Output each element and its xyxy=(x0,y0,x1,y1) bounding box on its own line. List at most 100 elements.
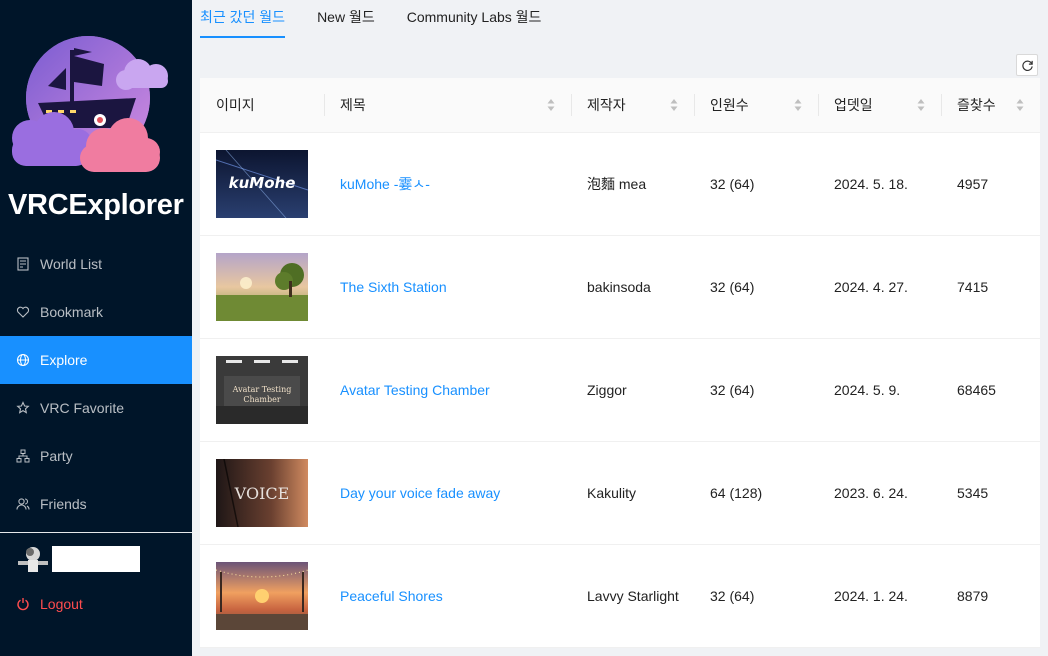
sort-icon[interactable] xyxy=(670,98,678,112)
sidebar-item-friends[interactable]: Friends xyxy=(0,480,192,528)
table-row[interactable]: VOICE Day your voice fade away Kakulity 64 … xyxy=(200,442,1040,545)
updated-date-cell: 2024. 5. 9. xyxy=(834,382,901,398)
sidebar: VRCExplorer World List Bookmark Explore VRC… xyxy=(0,0,192,656)
favorites-count-cell: 8879 xyxy=(957,588,989,604)
updated-date-cell: 2023. 6. 24. xyxy=(834,485,908,501)
column-header[interactable]: 업뎃일 xyxy=(818,78,941,132)
sort-icon[interactable] xyxy=(794,98,802,112)
world-title-link[interactable]: Peaceful Shores xyxy=(324,588,571,604)
column-header-label: 즐찾수 xyxy=(957,97,996,113)
sidebar-item-vrc-favorite[interactable]: VRC Favorite xyxy=(0,384,192,432)
favorites-count-cell: 5345 xyxy=(957,485,989,501)
tab-2[interactable]: Community Labs 월드 xyxy=(407,0,542,38)
world-title-link[interactable]: Avatar Testing Chamber xyxy=(324,382,571,398)
author-cell: 泡麵 mea xyxy=(587,176,647,192)
world-table: 이미지 제목 제작자 인원수 업뎃일 즐찾수 kuMohe kuMohe -霎ㅅ- 泡麵 me… xyxy=(200,78,1040,648)
world-thumbnail[interactable] xyxy=(216,253,308,321)
file-list-icon xyxy=(16,257,30,271)
tab-1[interactable]: New 월드 xyxy=(317,0,375,38)
username-redacted xyxy=(52,546,140,572)
thumbnail-cell xyxy=(200,562,324,630)
svg-text:VOICE: VOICE xyxy=(234,484,290,503)
heart-icon xyxy=(16,305,30,319)
sidebar-item-label: Party xyxy=(40,448,73,464)
sidebar-item-explore[interactable]: Explore xyxy=(0,336,192,384)
favorites-count-cell: 68465 xyxy=(957,382,996,398)
column-header[interactable]: 제목 xyxy=(324,78,571,132)
user-profile[interactable] xyxy=(16,545,140,573)
sidebar-item-label: Bookmark xyxy=(40,304,104,320)
world-title-link[interactable]: kuMohe -霎ㅅ- xyxy=(324,174,571,194)
world-thumbnail[interactable] xyxy=(216,562,308,630)
column-header-label: 인원수 xyxy=(710,97,749,113)
globe-icon xyxy=(16,353,30,367)
svg-text:Avatar Testing: Avatar Testing xyxy=(232,385,292,394)
users-icon xyxy=(16,497,30,511)
world-thumbnail[interactable]: kuMohe xyxy=(216,150,308,218)
column-separator xyxy=(324,94,325,116)
cluster-icon xyxy=(16,449,30,463)
sort-icon[interactable] xyxy=(547,98,555,112)
column-header-label: 제목 xyxy=(340,97,366,113)
sidebar-item-bookmark[interactable]: Bookmark xyxy=(0,288,192,336)
logout-icon xyxy=(16,597,30,611)
author-cell: Ziggor xyxy=(587,382,627,398)
thumbnail-cell: kuMohe xyxy=(200,150,324,218)
column-separator xyxy=(694,94,695,116)
table-row[interactable]: kuMohe kuMohe -霎ㅅ- 泡麵 mea 32 (64) 2024. 5. 1… xyxy=(200,133,1040,236)
capacity-cell: 32 (64) xyxy=(710,176,755,192)
updated-date-cell: 2024. 4. 27. xyxy=(834,279,908,295)
favorites-count-cell: 7415 xyxy=(957,279,989,295)
sort-icon[interactable] xyxy=(917,98,925,112)
capacity-cell: 32 (64) xyxy=(710,588,755,604)
author-cell: Kakulity xyxy=(587,485,637,501)
sidebar-item-label: World List xyxy=(40,256,102,272)
table-header: 이미지 제목 제작자 인원수 업뎃일 즐찾수 xyxy=(200,78,1040,133)
capacity-cell: 64 (128) xyxy=(710,485,763,501)
thumbnail-cell xyxy=(200,253,324,321)
capacity-cell: 32 (64) xyxy=(710,382,755,398)
sidebar-item-label: Explore xyxy=(40,352,88,368)
world-title-link[interactable]: The Sixth Station xyxy=(324,279,571,295)
updated-date-cell: 2024. 5. 18. xyxy=(834,176,908,192)
table-row[interactable]: The Sixth Station bakinsoda 32 (64) 2024. 4… xyxy=(200,236,1040,339)
column-header[interactable]: 즐찾수 xyxy=(941,78,1040,132)
sort-icon[interactable] xyxy=(1016,98,1024,112)
avatar xyxy=(18,547,48,572)
sidebar-item-label: Friends xyxy=(40,496,87,512)
column-header[interactable]: 제작자 xyxy=(571,78,694,132)
sidebar-item-label: VRC Favorite xyxy=(40,400,125,416)
column-separator xyxy=(818,94,819,116)
logout-label: Logout xyxy=(40,596,83,612)
svg-text:kuMohe: kuMohe xyxy=(229,174,296,192)
column-header: 이미지 xyxy=(200,78,324,132)
thumbnail-cell: Avatar Testing Chamber xyxy=(200,356,324,424)
brand-title: VRCExplorer xyxy=(8,189,184,221)
author-cell: Lavvy Starlight xyxy=(587,588,679,604)
world-thumbnail[interactable]: Avatar TestingChamber xyxy=(216,356,308,424)
world-thumbnail[interactable]: VOICE xyxy=(216,459,308,527)
column-header[interactable]: 인원수 xyxy=(694,78,818,132)
svg-text:Chamber: Chamber xyxy=(243,395,280,404)
favorites-count-cell: 4957 xyxy=(957,176,989,192)
logo-illustration xyxy=(12,36,168,172)
sidebar-divider xyxy=(0,532,192,533)
star-icon xyxy=(16,401,30,415)
author-cell: bakinsoda xyxy=(587,279,651,295)
world-tabs: 최근 갔던 월드 New 월드 Community Labs 월드 xyxy=(200,0,573,38)
reload-icon xyxy=(1021,60,1033,71)
reload-button[interactable] xyxy=(1016,54,1038,76)
thumbnail-cell: VOICE xyxy=(200,459,324,527)
sidebar-item-world-list[interactable]: World List xyxy=(0,240,192,288)
table-row[interactable]: Avatar Testing Chamber Avatar Testing Cham… xyxy=(200,339,1040,442)
column-header-label: 제작자 xyxy=(587,97,626,113)
column-separator xyxy=(941,94,942,116)
sidebar-item-party[interactable]: Party xyxy=(0,432,192,480)
table-body: kuMohe kuMohe -霎ㅅ- 泡麵 mea 32 (64) 2024. 5. 1… xyxy=(200,133,1040,648)
table-row[interactable]: Peaceful Shores Lavvy Starlight 32 (64) 202… xyxy=(200,545,1040,648)
updated-date-cell: 2024. 1. 24. xyxy=(834,588,908,604)
logout-button[interactable]: Logout xyxy=(16,596,83,612)
world-title-link[interactable]: Day your voice fade away xyxy=(324,485,571,501)
tab-0[interactable]: 최근 갔던 월드 xyxy=(200,0,286,38)
capacity-cell: 32 (64) xyxy=(710,279,755,295)
